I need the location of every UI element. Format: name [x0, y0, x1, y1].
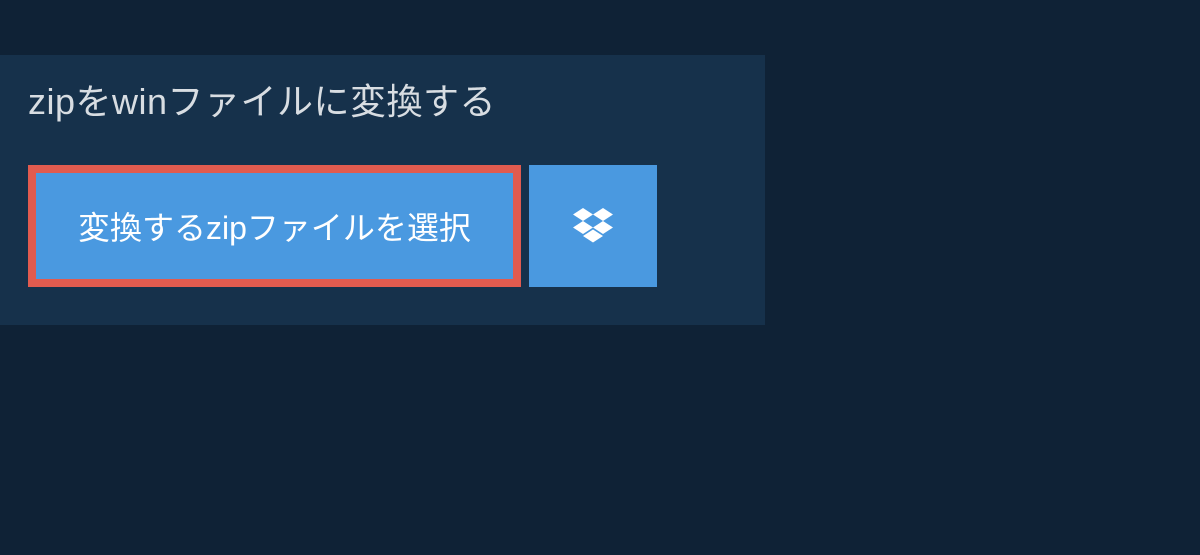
- select-file-label: 変換するzipファイルを選択: [78, 203, 471, 249]
- select-file-button[interactable]: 変換するzipファイルを選択: [28, 165, 521, 287]
- dropbox-icon: [573, 208, 613, 244]
- title-bar: zipをwinファイルに変換する: [0, 55, 620, 145]
- dropbox-button[interactable]: [529, 165, 657, 287]
- converter-panel: zipをwinファイルに変換する 変換するzipファイルを選択: [0, 55, 765, 325]
- button-row: 変換するzipファイルを選択: [0, 145, 765, 325]
- page-title: zipをwinファイルに変換する: [28, 73, 592, 125]
